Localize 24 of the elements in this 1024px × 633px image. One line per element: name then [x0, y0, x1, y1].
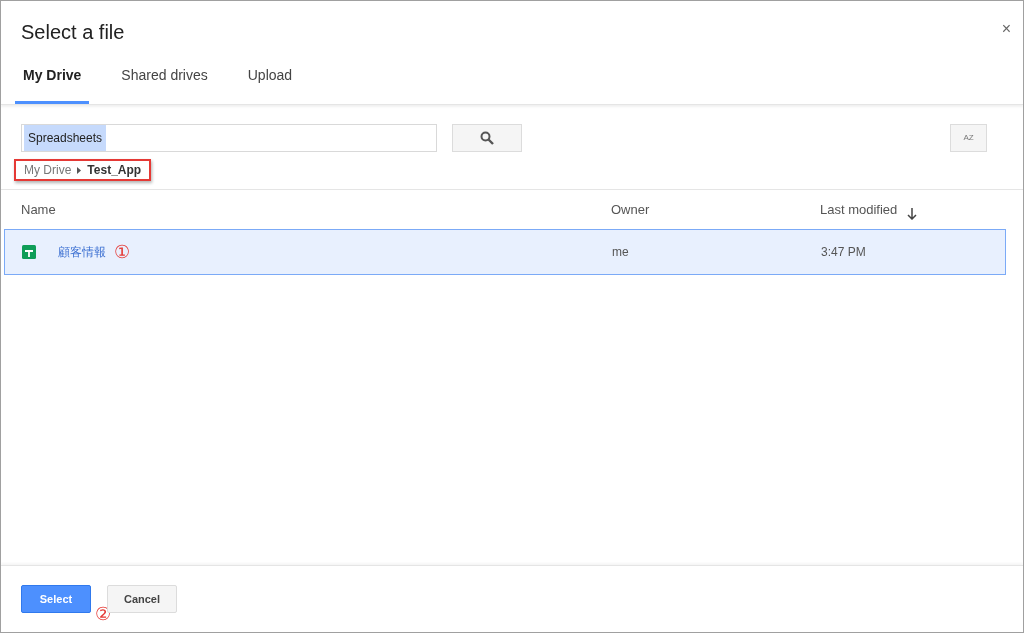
tab[interactable]: Upload [239, 65, 301, 104]
modified-cell-text: 3:47 PM [821, 244, 866, 261]
search-icon [480, 131, 494, 145]
breadcrumb-item[interactable]: My Drive [24, 161, 72, 179]
dialog-button[interactable]: Cancel [107, 585, 177, 613]
search-field[interactable]: Spreadsheets [21, 124, 437, 152]
breadcrumb-item[interactable]: Test_App [87, 161, 142, 179]
file-row[interactable]: 顧客情報 ① me 3:47 PM [4, 229, 1006, 275]
tab[interactable]: Shared drives [113, 65, 216, 104]
search-text: Spreadsheets [24, 125, 107, 151]
sort-down-arrow-icon [907, 207, 918, 220]
column-header[interactable]: Owner [611, 199, 650, 220]
owner-cell-text: me [612, 244, 630, 261]
spreadsheet-icon [22, 245, 36, 259]
search-button[interactable] [452, 124, 522, 152]
sort-button[interactable]: AZ [950, 124, 987, 152]
dialog-title: Select a file [21, 20, 125, 45]
caret-icon [77, 166, 82, 174]
column-header[interactable]: Name [21, 199, 56, 220]
close-button[interactable]: × [1001, 21, 1011, 37]
tab[interactable]: My Drive [15, 65, 90, 104]
annotation-number: ① [114, 240, 130, 264]
file-name[interactable]: 顧客情報 [58, 243, 106, 261]
column-header[interactable]: Last modified [820, 199, 918, 220]
